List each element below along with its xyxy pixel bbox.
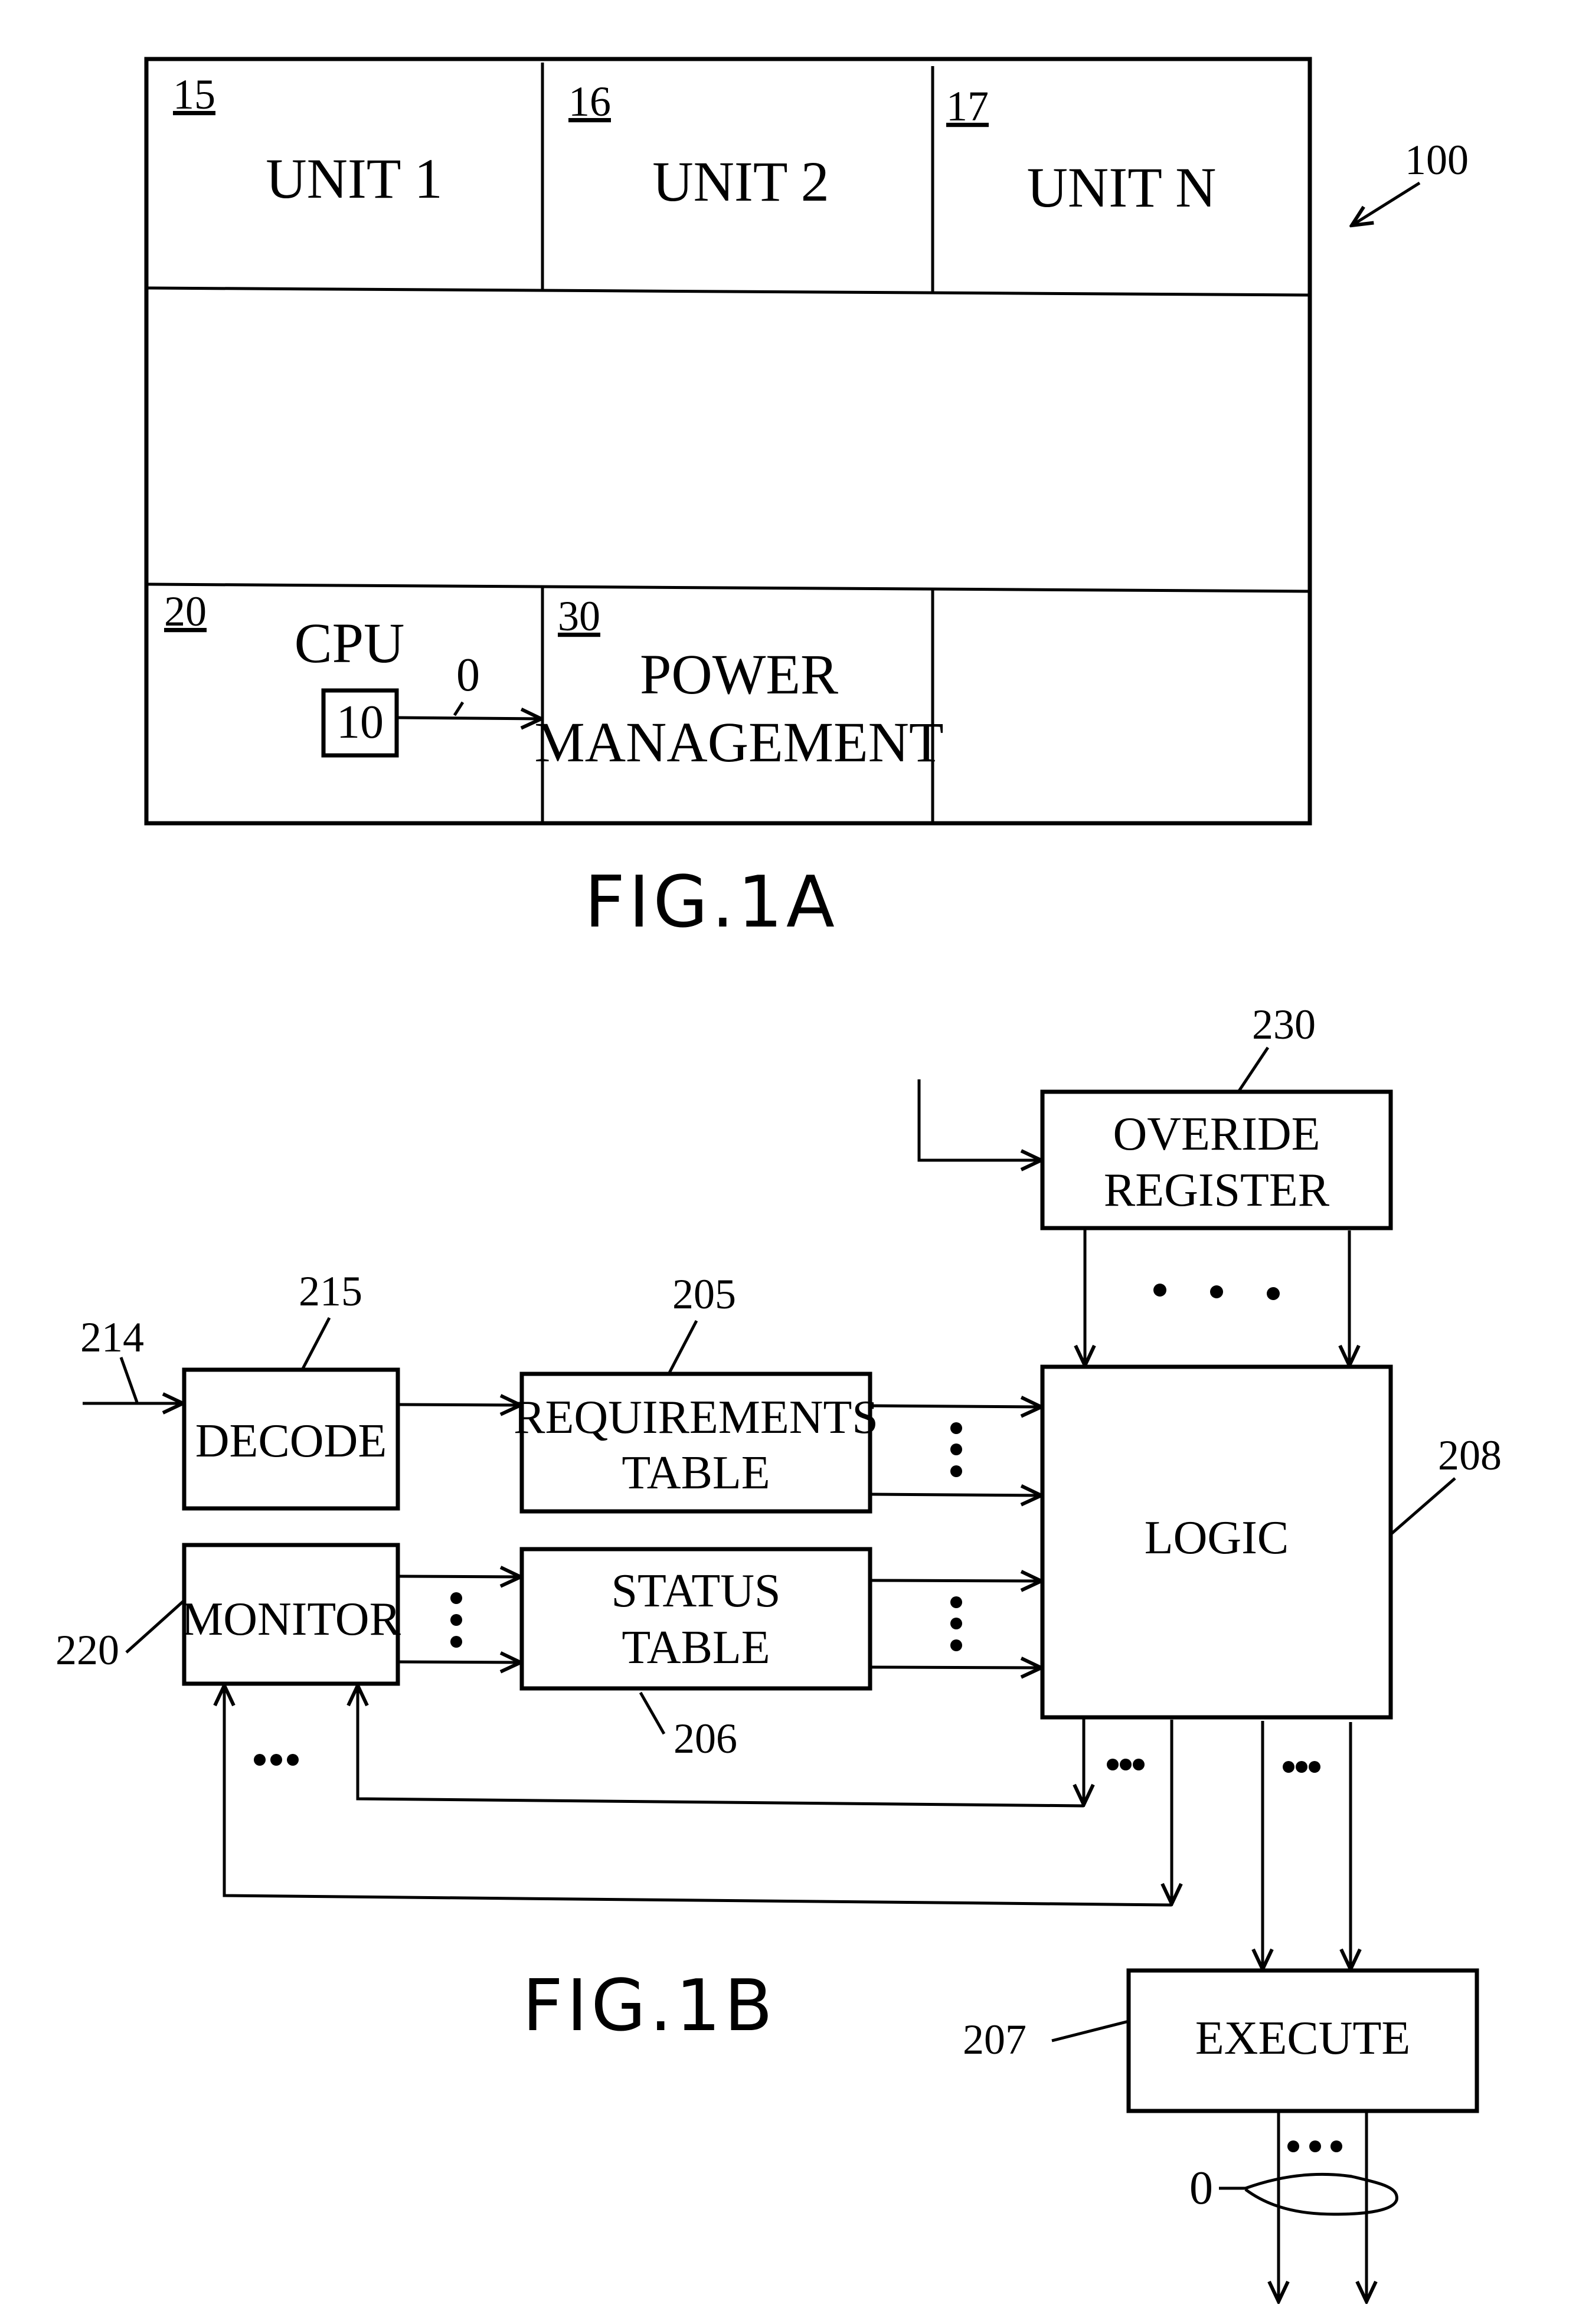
ellipsis-dot	[1309, 1761, 1320, 1773]
status-table-block: STATUS TABLE 206	[519, 1547, 1041, 1762]
unit-n-label: UNIT N	[1027, 156, 1217, 219]
logic-ref: 208	[1438, 1432, 1502, 1479]
override-input-arrow	[917, 1079, 1041, 1160]
override-register-block: OVERIDE REGISTER 230	[917, 1001, 1393, 1366]
logic-label: LOGIC	[1145, 1512, 1289, 1564]
status-label-line2: TABLE	[622, 1622, 770, 1674]
status-label-line1: STATUS	[612, 1565, 781, 1617]
override-label-line1: OVERIDE	[1113, 1108, 1320, 1160]
signal-label: 0	[456, 649, 480, 701]
ellipsis-dot	[450, 1636, 462, 1648]
ellipsis-dot	[1153, 1284, 1166, 1297]
ellipsis-dot	[1133, 1759, 1145, 1770]
output-label: 0	[1189, 2162, 1213, 2214]
ellipsis-dot	[950, 1465, 962, 1477]
unit-1-label: UNIT 1	[266, 147, 443, 210]
status-ref: 206	[674, 1715, 737, 1762]
system-ref: 100	[1405, 136, 1469, 184]
patent-figure-sheet: 15 UNIT 1 16 UNIT 2 17 UNIT N 100 20 CPU…	[55, 57, 1502, 2324]
requirements-table-block: REQUIREMENTS TABLE 205	[398, 1271, 1041, 1514]
output-bus-loop	[1219, 2172, 1398, 2216]
input-ref-leader	[119, 1357, 139, 1403]
ellipsis-dot	[950, 1444, 962, 1455]
ellipsis-dot	[450, 1614, 462, 1626]
requirements-ref: 205	[672, 1271, 736, 1318]
ellipsis-dot	[254, 1754, 266, 1766]
ellipsis-dot	[1283, 1761, 1294, 1773]
execute-ref: 207	[963, 2016, 1026, 2063]
ellipsis-dot	[1210, 1285, 1223, 1298]
ellipsis-dot	[450, 1592, 462, 1604]
ellipsis-dot	[950, 1596, 962, 1608]
ellipsis-dot	[1120, 1759, 1132, 1770]
unit-n-ref: 17	[946, 83, 989, 130]
system-ref-arrow	[1352, 181, 1421, 225]
override-ref: 230	[1252, 1001, 1316, 1048]
requirements-label-line2: TABLE	[622, 1447, 770, 1499]
power-ref: 30	[558, 593, 600, 640]
ellipsis-dot	[287, 1754, 299, 1766]
cpu-label: CPU	[295, 611, 405, 675]
monitor-to-status-arrow-1	[398, 1576, 521, 1577]
logic-ref-leader	[1390, 1477, 1456, 1536]
power-label-line2: MANAGEMENT	[534, 711, 943, 774]
override-label-line2: REGISTER	[1104, 1164, 1330, 1216]
fig-1b: OVERIDE REGISTER 230 DECODE 215 214 REQU…	[55, 1001, 1502, 2302]
input-ref: 214	[80, 1314, 144, 1361]
fig-1a: 15 UNIT 1 16 UNIT 2 17 UNIT N 100 20 CPU…	[144, 57, 1469, 944]
ellipsis-dot	[1267, 1287, 1280, 1300]
execute-label: EXECUTE	[1195, 2012, 1410, 2064]
ellipsis-dot	[950, 1639, 962, 1651]
execute-ref-leader	[1051, 2019, 1129, 2042]
ellipsis-dot	[1287, 2140, 1299, 2152]
monitor-ref: 220	[55, 1626, 119, 1674]
requirements-label-line1: REQUIREMENTS	[514, 1392, 878, 1444]
monitor-block: MONITOR 220	[55, 1543, 521, 1686]
ellipsis-dot	[270, 1754, 282, 1766]
fig-1b-caption: FIG.1B	[522, 1965, 776, 2047]
status-to-logic-arrow-1	[871, 1580, 1041, 1581]
unit-2-label: UNIT 2	[652, 150, 829, 213]
status-to-logic-arrow-n	[871, 1667, 1041, 1668]
decode-block: DECODE 215 214	[80, 1268, 400, 1511]
requirements-to-logic-arrow-n	[871, 1494, 1041, 1495]
requirements-ref-leader	[667, 1320, 698, 1375]
unit-1-ref: 15	[173, 71, 215, 118]
logic-block: LOGIC 208	[1040, 1364, 1502, 1720]
ellipsis-dot	[1296, 1761, 1307, 1773]
ellipsis-dot	[950, 1618, 962, 1629]
cpu-to-power-arrow	[396, 718, 541, 719]
unit-2-ref: 16	[568, 78, 611, 125]
cpu-ref: 20	[164, 588, 207, 635]
monitor-ref-leader	[125, 1599, 185, 1654]
decode-ref-leader	[300, 1317, 331, 1371]
execute-block: EXECUTE 207 0	[963, 1968, 1479, 2302]
power-label-line1: POWER	[640, 643, 838, 706]
ellipsis-dot	[950, 1422, 962, 1434]
register-10-ref: 10	[336, 696, 384, 748]
fig-1a-caption: FIG.1A	[584, 862, 838, 944]
requirements-to-logic-arrow-1	[871, 1406, 1041, 1407]
monitor-label: MONITOR	[181, 1593, 401, 1645]
decode-ref: 215	[299, 1268, 362, 1315]
decode-label: DECODE	[195, 1415, 387, 1467]
ellipsis-dot	[1107, 1759, 1119, 1770]
ellipsis-dot	[1309, 2140, 1321, 2152]
ellipsis-dot	[1330, 2140, 1342, 2152]
status-ref-leader	[639, 1691, 666, 1735]
override-ref-leader	[1237, 1046, 1270, 1093]
logic-to-execute-paths	[1263, 1721, 1351, 1969]
